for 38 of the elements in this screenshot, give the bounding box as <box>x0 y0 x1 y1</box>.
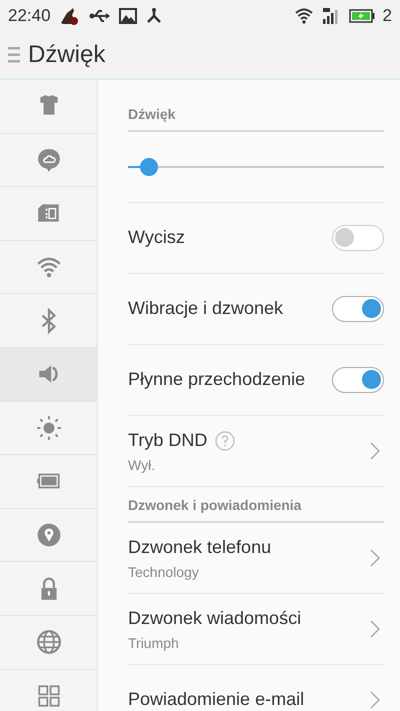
battery-icon <box>348 8 375 24</box>
setting-label: Tryb DND <box>128 429 208 452</box>
toggle-switch[interactable] <box>332 225 384 251</box>
battery-level-text: 2 <box>382 6 392 26</box>
toggle-switch[interactable] <box>332 296 384 322</box>
cloud-pin-icon <box>36 146 62 173</box>
setting-label: Dzwonek telefonu <box>128 536 272 560</box>
brightness-icon <box>36 414 62 441</box>
location-icon <box>36 522 62 548</box>
section-header: Dzwonek i powiadomienia <box>128 487 384 523</box>
share-icon <box>144 7 163 25</box>
wifi-icon <box>294 8 313 24</box>
help-icon[interactable] <box>215 430 236 451</box>
globe-icon <box>36 629 62 656</box>
page-title: Dźwięk <box>28 41 106 69</box>
chevron-icon <box>370 549 380 567</box>
clock-time: 22:40 <box>8 6 51 26</box>
setting-value: Wył. <box>128 456 156 473</box>
menu-icon[interactable] <box>8 45 20 65</box>
setting-value: Technology <box>128 564 200 580</box>
image-icon <box>118 8 137 24</box>
setting-label: Powiadomienie e-mail <box>128 688 304 711</box>
volume-slider[interactable] <box>128 158 384 176</box>
setting-label: Wycisz <box>128 226 185 250</box>
chevron-icon <box>370 442 380 460</box>
setting-label: Dzwonek wiadomości <box>128 607 302 630</box>
usb-icon <box>88 9 111 23</box>
chevron-icon <box>370 620 380 638</box>
slider-thumb[interactable] <box>140 158 158 176</box>
setting-label: Wibracje i dzwonek <box>128 297 284 320</box>
chevron-icon <box>370 691 380 709</box>
notification-icon <box>58 7 81 25</box>
grid-icon <box>36 682 62 709</box>
sidebar-item[interactable] <box>0 348 97 402</box>
setting-label: Płynne przechodzenie <box>128 368 306 392</box>
toggle-switch[interactable] <box>332 367 384 393</box>
section-header: Dźwięk <box>128 80 384 132</box>
setting-value: Triumph <box>128 634 180 651</box>
